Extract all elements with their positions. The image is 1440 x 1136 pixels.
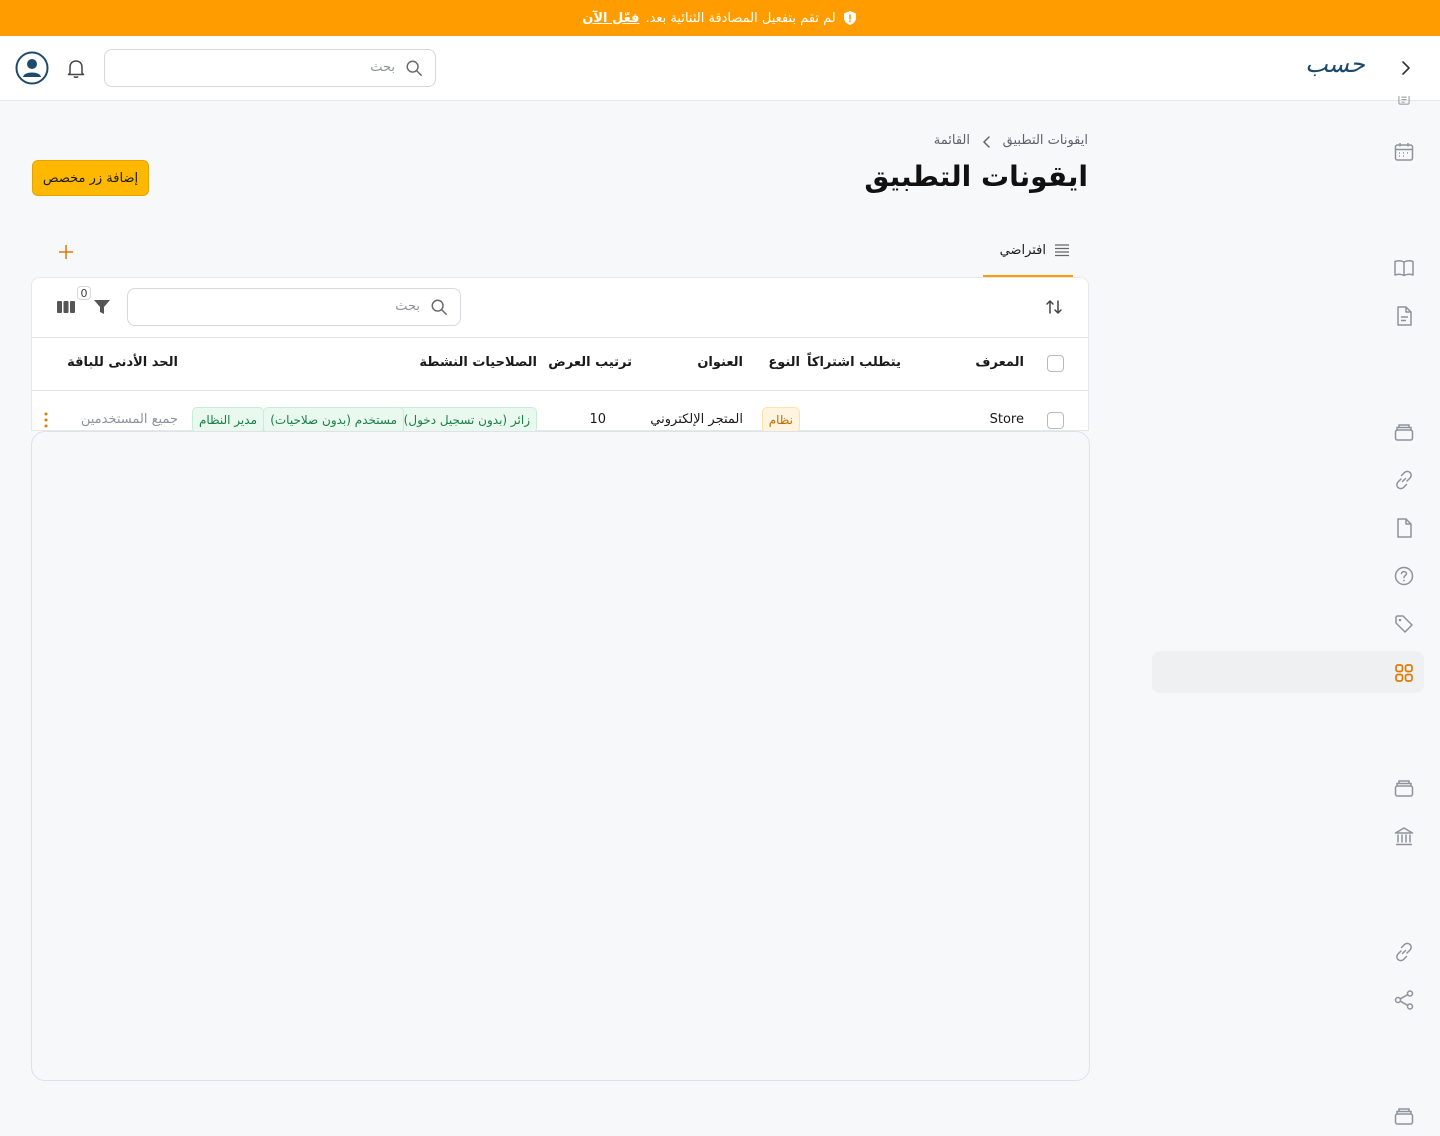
plus-icon[interactable]	[58, 244, 74, 260]
columns-icon[interactable]	[56, 297, 76, 317]
help-icon[interactable]	[1393, 565, 1415, 587]
column-header-type[interactable]: النوع	[768, 355, 800, 370]
book-icon[interactable]	[1393, 257, 1415, 279]
avatar[interactable]	[15, 51, 49, 85]
add-custom-button[interactable]: إضافة زر مخصص	[32, 160, 149, 196]
column-header-min-plan[interactable]: الحد الأدنى للباقة	[67, 355, 178, 370]
column-header-id[interactable]: المعرف	[975, 355, 1024, 370]
tab-default-label: افتراضي	[999, 242, 1046, 258]
share-icon[interactable]	[1393, 989, 1415, 1011]
select-all-checkbox[interactable]	[1047, 355, 1064, 372]
overlay-panel[interactable]	[31, 431, 1090, 1081]
grid-icon[interactable]	[1393, 662, 1415, 684]
cell-display-order: 10	[589, 412, 606, 427]
archive-icon[interactable]	[1393, 777, 1415, 799]
search-placeholder: بحث	[395, 299, 420, 314]
column-header-active-permissions[interactable]: الصلاحيات النشطة	[419, 355, 537, 370]
enable-2fa-link[interactable]: فعّل الآن	[582, 11, 639, 26]
tab-default[interactable]: افتراضي	[1000, 242, 1070, 258]
search-icon	[405, 59, 423, 77]
shield-icon	[842, 10, 858, 26]
search-icon	[430, 298, 448, 316]
column-header-title[interactable]: العنوان	[697, 355, 743, 370]
table-search-input[interactable]: بحث	[127, 288, 461, 326]
filter-icon[interactable]	[92, 297, 112, 317]
file-text-icon[interactable]	[1393, 305, 1415, 327]
column-header-requires-subscription[interactable]: يتطلب اشتراكاً	[807, 355, 901, 370]
cell-id: Store	[989, 412, 1024, 427]
permission-badge: مدير النظام	[191, 407, 264, 433]
cell-title: المتجر الإلكتروني	[650, 412, 743, 427]
search-placeholder: بحث	[370, 60, 395, 75]
permission-badge: زائر (بدون تسجيل دخول)	[396, 407, 537, 433]
archive-icon[interactable]	[1393, 421, 1415, 443]
document-icon[interactable]	[1393, 96, 1415, 110]
banner-text: لم تقم بتفعيل المصادقة الثنائية بعد.	[645, 10, 836, 26]
list-icon	[1054, 242, 1070, 258]
page-title: ايقونات التطبيق	[864, 160, 1088, 193]
link-icon[interactable]	[1393, 941, 1415, 963]
type-badge: نظام	[761, 407, 800, 433]
permission-badge: مستخدم (بدون صلاحيات)	[263, 407, 404, 433]
divider	[32, 390, 1088, 391]
row-checkbox[interactable]	[1047, 412, 1064, 429]
two-factor-banner: لم تقم بتفعيل المصادقة الثنائية بعد. فعّ…	[0, 0, 1440, 36]
bell-icon[interactable]	[64, 56, 88, 80]
sidebar-item-app-icons-selected[interactable]	[1152, 651, 1424, 693]
tag-icon[interactable]	[1393, 613, 1415, 635]
archive-icon[interactable]	[1393, 1105, 1415, 1127]
breadcrumb-parent[interactable]: القائمة	[934, 133, 970, 148]
file-icon[interactable]	[1393, 517, 1415, 539]
sort-icon[interactable]	[1044, 297, 1064, 317]
column-header-display-order[interactable]: ترتيب العرض	[548, 355, 632, 370]
chevron-right-icon[interactable]	[1396, 58, 1416, 78]
more-options-icon[interactable]	[40, 411, 52, 429]
app-logo[interactable]: حسب	[1300, 50, 1370, 80]
calendar-icon[interactable]	[1393, 141, 1415, 163]
link-icon[interactable]	[1393, 469, 1415, 491]
divider	[32, 337, 1088, 338]
global-search-input[interactable]: بحث	[104, 49, 436, 87]
chevron-left-icon	[981, 135, 993, 149]
filter-count-badge: 0	[77, 286, 91, 300]
cell-min-plan: جميع المستخدمين	[80, 412, 178, 427]
breadcrumb-current: ايقونات التطبيق	[1002, 133, 1088, 148]
bank-icon[interactable]	[1393, 825, 1415, 847]
